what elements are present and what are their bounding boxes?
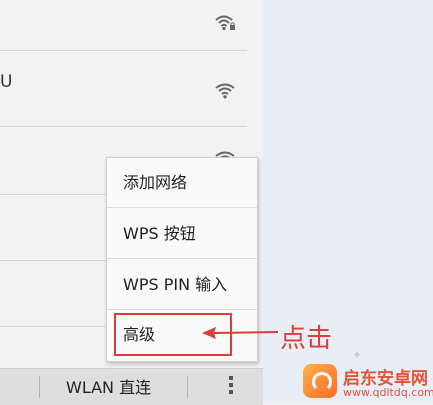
wifi-lock-icon — [214, 14, 236, 32]
menu-item-wps-button[interactable]: WPS 按钮 — [107, 209, 257, 259]
bottom-action-bar: WLAN 直连 — [0, 368, 263, 405]
menu-dots-icon[interactable] — [222, 373, 240, 401]
wifi-icon — [214, 82, 236, 100]
bar-divider — [39, 376, 40, 398]
wifi-ssid: U — [0, 72, 13, 92]
wlan-direct-button[interactable]: WLAN 直连 — [66, 374, 151, 398]
arrow-icon — [202, 327, 279, 339]
wifi-network-row[interactable]: U — [0, 50, 247, 127]
watermark-url: www.qdltdq.com — [343, 386, 433, 399]
watermark-logo-icon — [303, 364, 337, 398]
site-watermark: 启东安卓网 www.qdltdq.com — [303, 362, 433, 402]
menu-item-wps-pin[interactable]: WPS PIN 输入 — [107, 260, 257, 310]
menu-item-add-network[interactable]: 添加网络 — [107, 158, 257, 208]
bar-divider — [187, 376, 188, 398]
wifi-network-row[interactable] — [0, 0, 247, 51]
click-annotation: 点击 — [280, 324, 333, 354]
sparkle-decoration: ✦ — [352, 348, 363, 362]
